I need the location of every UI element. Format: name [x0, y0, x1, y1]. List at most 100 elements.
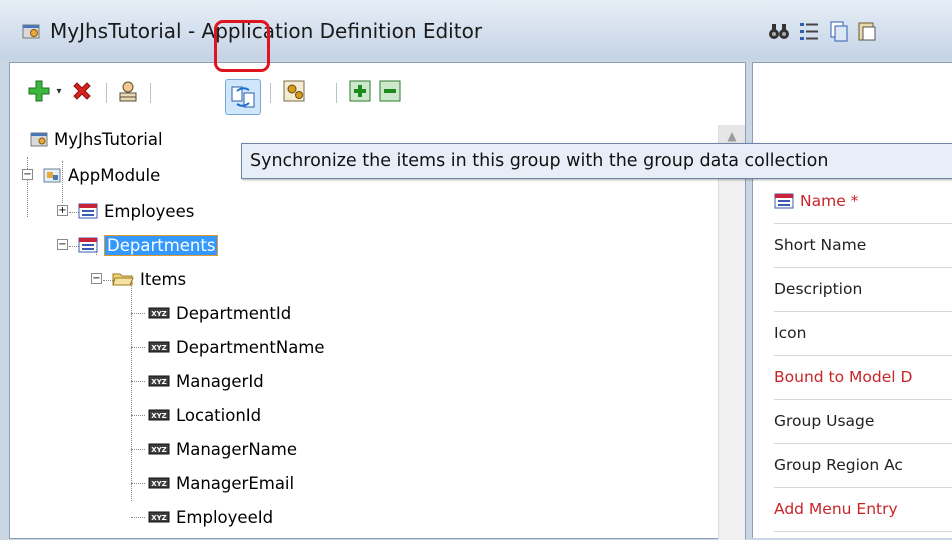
synchronize-icon	[231, 86, 255, 108]
tree-node-item[interactable]: XYZ ManagerId	[148, 367, 264, 395]
vertical-scrollbar[interactable]: ▲	[718, 125, 745, 540]
property-label: Add Menu Entry	[774, 499, 898, 518]
group-table-icon	[774, 193, 794, 208]
property-name[interactable]: Name *	[774, 178, 952, 224]
binoculars-icon[interactable]	[768, 20, 790, 42]
app-definition-icon	[22, 24, 40, 39]
tree-label: DepartmentId	[176, 303, 292, 323]
property-label: Group Usage	[774, 411, 875, 430]
svg-text:XYZ: XYZ	[151, 514, 167, 522]
tree-connector	[131, 517, 145, 518]
tree-connector	[131, 483, 145, 484]
module-icon	[43, 168, 61, 183]
svg-text:XYZ: XYZ	[151, 446, 167, 454]
expand-expander[interactable]: +	[57, 205, 68, 216]
tree-label: DepartmentName	[176, 337, 325, 357]
generate-button[interactable]	[278, 75, 312, 107]
expand-all-icon	[349, 80, 371, 102]
property-row[interactable]: Icon	[774, 310, 952, 356]
tree-label: MyJhsTutorial	[54, 129, 163, 149]
expand-all-button[interactable]	[346, 75, 374, 107]
toolbar-separator	[150, 83, 151, 103]
item-xyz-icon: XYZ	[148, 341, 170, 353]
tree-node-item[interactable]: XYZ LocationId	[148, 401, 261, 429]
group-table-icon	[78, 203, 98, 219]
svg-text:XYZ: XYZ	[151, 412, 167, 420]
tree-label: ManagerEmail	[176, 473, 295, 493]
tree-node-employees[interactable]: Employees	[78, 197, 194, 225]
delete-button[interactable]	[68, 75, 96, 107]
application-tree: MyJhsTutorial − AppModule + Employees −	[10, 125, 745, 540]
tree-label: EmployeeId	[176, 507, 274, 527]
open-folder-icon	[112, 273, 134, 286]
item-xyz-icon: XYZ	[148, 511, 170, 523]
tree-node-item[interactable]: XYZ ManagerName	[148, 435, 297, 463]
property-label: Name *	[800, 191, 859, 210]
toolbar-separator	[270, 83, 271, 103]
item-xyz-icon: XYZ	[148, 477, 170, 489]
property-label: Icon	[774, 323, 807, 342]
svg-text:XYZ: XYZ	[151, 310, 167, 318]
add-icon	[28, 80, 50, 102]
tree-node-item[interactable]: XYZ ManagerEmail	[148, 469, 294, 497]
add-dropdown-button[interactable]: ▾	[52, 75, 66, 107]
collapse-all-button[interactable]	[376, 75, 404, 107]
tree-label: Employees	[104, 201, 195, 221]
collapse-expander[interactable]: −	[22, 169, 33, 180]
tree-node-appmodule[interactable]: AppModule	[42, 161, 160, 189]
property-row[interactable]: Group Region Ac	[774, 442, 952, 488]
tree-connector	[131, 381, 145, 382]
tree-connector	[131, 313, 145, 314]
item-xyz-icon: XYZ	[148, 375, 170, 387]
tree-node-item[interactable]: XYZ DepartmentId	[148, 299, 291, 327]
tree-connector	[131, 415, 145, 416]
property-row[interactable]: Group Usage	[774, 398, 952, 444]
generate-icon	[283, 80, 305, 102]
tree-node-items-folder[interactable]: Items	[112, 265, 186, 293]
property-row[interactable]: Add Menu Entry	[774, 486, 952, 532]
property-label: Bound to Model D	[774, 367, 913, 386]
tree-node-item[interactable]: XYZ EmployeeId	[148, 503, 273, 531]
tree-label: LocationId	[176, 405, 262, 425]
paste-icon[interactable]	[856, 20, 878, 42]
copy-icon[interactable]	[828, 20, 850, 42]
tree-node-root[interactable]: MyJhsTutorial	[30, 125, 163, 153]
delete-icon	[73, 82, 91, 100]
item-xyz-icon: XYZ	[148, 307, 170, 319]
tree-connector	[27, 157, 28, 217]
property-row[interactable]: Bound to Model D	[774, 354, 952, 400]
tree-label: ManagerName	[176, 439, 298, 459]
toolbar-separator	[336, 83, 337, 103]
categorized-icon[interactable]	[798, 20, 820, 42]
property-row[interactable]: Short Name	[774, 222, 952, 268]
svg-text:XYZ: XYZ	[151, 344, 167, 352]
add-button[interactable]	[26, 75, 52, 107]
synchronize-tooltip: Synchronize the items in this group with…	[241, 143, 952, 179]
dropdown-arrow-icon: ▾	[56, 85, 62, 97]
property-row[interactable]: Description	[774, 266, 952, 312]
tree-connector	[131, 347, 145, 348]
tree-label: AppModule	[68, 165, 161, 185]
property-label: Short Name	[774, 235, 867, 254]
toolbar-separator	[106, 83, 107, 103]
property-label: Description	[774, 279, 863, 298]
tree-connector	[131, 449, 145, 450]
tree-label: Items	[140, 269, 187, 289]
collapse-expander[interactable]: −	[91, 273, 102, 284]
collapse-expander[interactable]: −	[57, 239, 68, 250]
synchronize-highlight-box	[214, 20, 270, 72]
synchronize-button[interactable]	[225, 79, 261, 115]
tree-label-selected: Departments	[104, 234, 219, 256]
property-label: Group Region Ac	[774, 455, 903, 474]
tree-panel: ▾ MyJhsTutorial − AppModule + Employees …	[9, 62, 746, 540]
svg-text:XYZ: XYZ	[151, 480, 167, 488]
item-xyz-icon: XYZ	[148, 443, 170, 455]
app-definition-icon	[30, 132, 48, 147]
item-xyz-icon: XYZ	[148, 409, 170, 421]
tree-node-departments[interactable]: Departments	[78, 231, 219, 259]
svg-text:XYZ: XYZ	[151, 378, 167, 386]
users-icon	[119, 81, 137, 102]
tree-node-item[interactable]: XYZ DepartmentName	[148, 333, 325, 361]
group-table-icon	[78, 237, 98, 253]
users-button[interactable]	[114, 75, 142, 107]
